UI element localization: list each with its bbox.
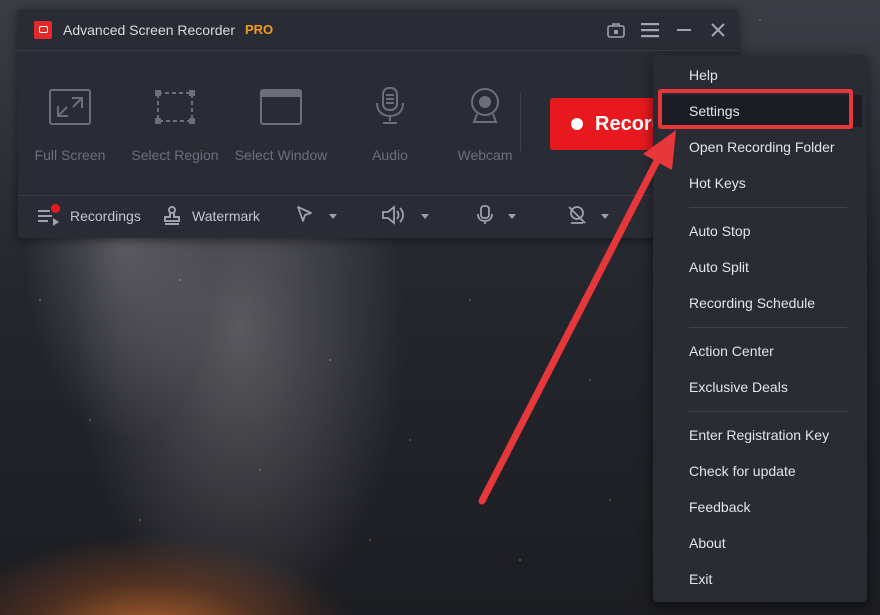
recordings-button[interactable]: Recordings (37, 196, 141, 236)
mode-label: Audio (372, 147, 408, 163)
stamp-icon (162, 206, 182, 226)
cursor-dropdown[interactable] (295, 196, 337, 236)
speaker-icon (381, 204, 407, 228)
menu-item-about[interactable]: About (658, 527, 862, 559)
menu-item-feedback[interactable]: Feedback (658, 491, 862, 523)
recordings-label: Recordings (70, 208, 141, 224)
minimize-icon[interactable] (674, 20, 694, 40)
menu-separator (689, 411, 847, 412)
microphone-dropdown[interactable] (476, 196, 516, 236)
mode-label: Webcam (457, 147, 513, 163)
mode-select-region[interactable]: Select Region (120, 51, 230, 196)
webcam-dropdown[interactable] (567, 196, 609, 236)
chevron-down-icon (421, 213, 429, 219)
app-title: Advanced Screen Recorder (63, 21, 235, 38)
recorder-window: Advanced Screen Recorder PRO Full Screen (18, 9, 738, 238)
pro-badge: PRO (245, 22, 274, 37)
mode-label: Select Region (131, 147, 219, 163)
webcam-off-icon (567, 205, 587, 228)
menu-item-action-center[interactable]: Action Center (658, 335, 862, 367)
notification-dot (51, 204, 60, 213)
menu-item-recording-schedule[interactable]: Recording Schedule (658, 287, 862, 319)
recordings-list-icon (37, 204, 61, 226)
menu-separator (689, 207, 847, 208)
capture-mode-bar: Full Screen Select Region Select Window … (18, 51, 738, 196)
menu-item-hot-keys[interactable]: Hot Keys (658, 167, 862, 199)
briefcase-lock-icon[interactable] (606, 20, 626, 40)
mode-select-window[interactable]: Select Window (226, 51, 336, 196)
app-logo-icon (34, 20, 52, 39)
watermark-label: Watermark (192, 208, 260, 224)
menu-item-help[interactable]: Help (658, 59, 862, 91)
watermark-button[interactable]: Watermark (162, 196, 260, 236)
webcam-icon (469, 87, 501, 130)
menu-item-enter-registration-key[interactable]: Enter Registration Key (658, 419, 862, 451)
close-icon[interactable] (708, 20, 728, 40)
chevron-down-icon (508, 213, 516, 219)
select-region-icon (154, 89, 196, 130)
record-dot-icon (571, 118, 583, 130)
divider (520, 93, 521, 151)
mode-label: Select Window (234, 147, 328, 163)
microphone-icon (476, 204, 494, 228)
menu-separator (689, 327, 847, 328)
chevron-down-icon (329, 213, 337, 219)
mode-audio[interactable]: Audio (335, 51, 445, 196)
main-menu-dropdown: Help Settings Open Recording Folder Hot … (653, 55, 867, 602)
menu-item-exit[interactable]: Exit (658, 563, 862, 595)
menu-item-open-recording-folder[interactable]: Open Recording Folder (658, 131, 862, 163)
title-bar: Advanced Screen Recorder PRO (18, 9, 738, 51)
chevron-down-icon (601, 213, 609, 219)
menu-item-check-for-update[interactable]: Check for update (658, 455, 862, 487)
menu-item-settings[interactable]: Settings (658, 95, 862, 127)
microphone-icon (374, 87, 406, 130)
menu-item-exclusive-deals[interactable]: Exclusive Deals (658, 371, 862, 403)
bottom-toolbar: Recordings Watermark (18, 196, 738, 236)
mode-webcam[interactable]: Webcam (430, 51, 540, 196)
select-window-icon (260, 89, 302, 130)
menu-item-auto-split[interactable]: Auto Split (658, 251, 862, 283)
mode-label: Full Screen (34, 147, 106, 163)
speaker-dropdown[interactable] (381, 196, 429, 236)
mode-full-screen[interactable]: Full Screen (15, 51, 125, 196)
cursor-icon (295, 205, 315, 228)
menu-item-auto-stop[interactable]: Auto Stop (658, 215, 862, 247)
fullscreen-icon (49, 89, 91, 130)
hamburger-menu-icon[interactable] (640, 20, 660, 40)
